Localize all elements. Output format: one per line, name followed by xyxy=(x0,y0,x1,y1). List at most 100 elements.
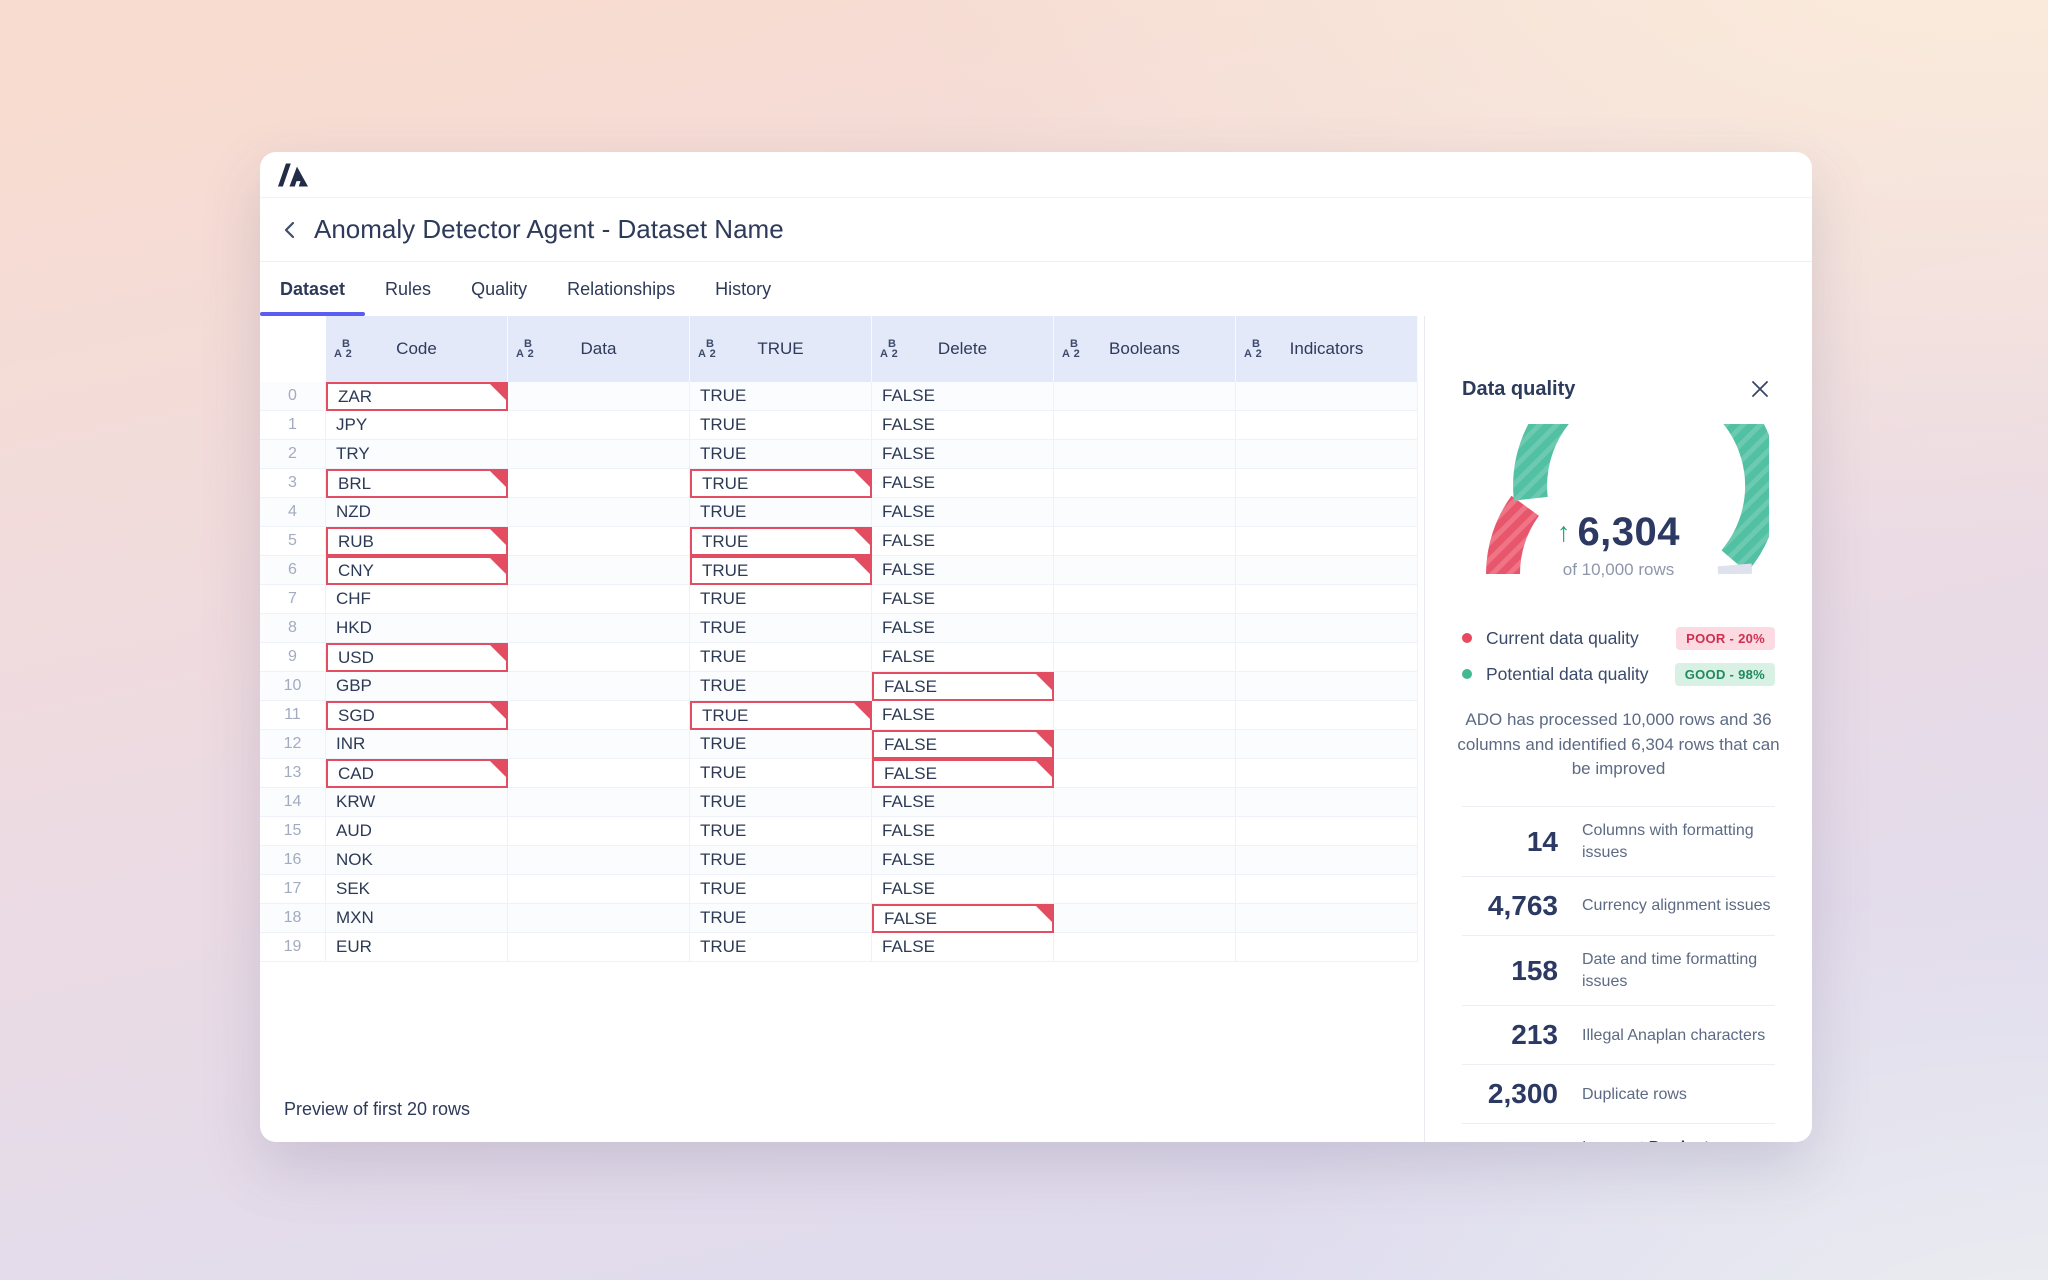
stat-row: 158Date and time formatting issues xyxy=(1462,935,1775,1005)
gauge-value: 6,304 xyxy=(1577,510,1680,555)
cell-indicators xyxy=(1236,817,1418,846)
tab-dataset[interactable]: Dataset xyxy=(260,262,365,316)
row-number: 18 xyxy=(260,904,326,933)
cell-delete: FALSE xyxy=(872,817,1054,846)
cell-indicators xyxy=(1236,875,1418,904)
content-body: BA 2CodeBA 2DataBA 2TRUEBA 2DeleteBA 2Bo… xyxy=(260,316,1812,1142)
cell-true: TRUE xyxy=(690,440,872,469)
cell-delete: FALSE xyxy=(872,701,1054,730)
row-number: 19 xyxy=(260,933,326,962)
cell-true: TRUE xyxy=(690,701,872,730)
cell-data xyxy=(508,440,690,469)
cell-indicators xyxy=(1236,498,1418,527)
cell-true: TRUE xyxy=(690,556,872,585)
stat-value: 4,763 xyxy=(1462,890,1558,922)
table-row: 4NZDTRUEFALSE xyxy=(260,498,1424,527)
cell-delete: FALSE xyxy=(872,527,1054,556)
table-row: 3BRLTRUEFALSE xyxy=(260,469,1424,498)
stat-row: 14Columns with formatting issues xyxy=(1462,806,1775,876)
tabs: DatasetRulesQualityRelationshipsHistory xyxy=(260,262,1812,316)
quality-gauge: ↑ 6,304 of 10,000 rows xyxy=(1469,424,1769,592)
cell-delete: FALSE xyxy=(872,614,1054,643)
row-number: 14 xyxy=(260,788,326,817)
summary-text: ADO has processed 10,000 rows and 36 col… xyxy=(1448,708,1789,782)
cell-data xyxy=(508,556,690,585)
cell-data xyxy=(508,846,690,875)
stat-row: 213Illegal Anaplan characters xyxy=(1462,1005,1775,1064)
column-label: Indicators xyxy=(1290,339,1364,359)
stat-label: Currency alignment issues xyxy=(1582,895,1775,917)
cell-data xyxy=(508,527,690,556)
cell-code: CHF xyxy=(326,585,508,614)
cell-booleans xyxy=(1054,382,1236,411)
row-number: 7 xyxy=(260,585,326,614)
cell-booleans xyxy=(1054,817,1236,846)
anaplan-logo-icon xyxy=(278,163,308,187)
up-arrow-icon: ↑ xyxy=(1557,517,1571,548)
cell-code: CAD xyxy=(326,759,508,788)
cell-true: TRUE xyxy=(690,643,872,672)
column-label: TRUE xyxy=(757,339,803,359)
table-row: 5RUBTRUEFALSE xyxy=(260,527,1424,556)
table-row: 10GBPTRUEFALSE xyxy=(260,672,1424,701)
cell-data xyxy=(508,585,690,614)
cell-indicators xyxy=(1236,759,1418,788)
cell-code: SGD xyxy=(326,701,508,730)
cell-data xyxy=(508,382,690,411)
dataset-table: BA 2CodeBA 2DataBA 2TRUEBA 2DeleteBA 2Bo… xyxy=(260,316,1424,1142)
cell-data xyxy=(508,759,690,788)
cell-code: NOK xyxy=(326,846,508,875)
data-type-icon: BA 2 xyxy=(698,339,716,359)
back-button[interactable] xyxy=(272,212,308,248)
cell-booleans xyxy=(1054,933,1236,962)
tab-quality[interactable]: Quality xyxy=(451,262,547,316)
status-badge: GOOD - 98% xyxy=(1675,663,1775,686)
data-type-icon: BA 2 xyxy=(880,339,898,359)
data-type-icon: BA 2 xyxy=(334,339,352,359)
cell-delete: FALSE xyxy=(872,788,1054,817)
cell-indicators xyxy=(1236,527,1418,556)
tab-relationships[interactable]: Relationships xyxy=(547,262,695,316)
row-number: 3 xyxy=(260,469,326,498)
cell-true: TRUE xyxy=(690,788,872,817)
tab-rules[interactable]: Rules xyxy=(365,262,451,316)
table-row: 13CADTRUEFALSE xyxy=(260,759,1424,788)
cell-booleans xyxy=(1054,672,1236,701)
table-body: 0ZARTRUEFALSE1JPYTRUEFALSE2TRYTRUEFALSE3… xyxy=(260,382,1424,962)
cell-data xyxy=(508,498,690,527)
table-row: 0ZARTRUEFALSE xyxy=(260,382,1424,411)
cell-indicators xyxy=(1236,643,1418,672)
cell-delete: FALSE xyxy=(872,875,1054,904)
row-number: 0 xyxy=(260,382,326,411)
cell-indicators xyxy=(1236,730,1418,759)
cell-indicators xyxy=(1236,846,1418,875)
cell-code: EUR xyxy=(326,933,508,962)
cell-code: NZD xyxy=(326,498,508,527)
table-row: 19EURTRUEFALSE xyxy=(260,933,1424,962)
cell-true: TRUE xyxy=(690,817,872,846)
cell-data xyxy=(508,469,690,498)
row-number: 9 xyxy=(260,643,326,672)
row-number: 1 xyxy=(260,411,326,440)
logo-bar xyxy=(260,152,1812,198)
column-header-data: BA 2Data xyxy=(508,316,690,382)
tab-history[interactable]: History xyxy=(695,262,791,316)
cell-delete: FALSE xyxy=(872,440,1054,469)
cell-booleans xyxy=(1054,498,1236,527)
column-header-delete: BA 2Delete xyxy=(872,316,1054,382)
row-number: 8 xyxy=(260,614,326,643)
cell-code: BRL xyxy=(326,469,508,498)
cell-booleans xyxy=(1054,730,1236,759)
cell-indicators xyxy=(1236,701,1418,730)
panel-header: Data quality xyxy=(1462,374,1775,404)
stat-label: Date and time formatting issues xyxy=(1582,949,1775,992)
row-number: 13 xyxy=(260,759,326,788)
cell-delete: FALSE xyxy=(872,498,1054,527)
cell-delete: FALSE xyxy=(872,469,1054,498)
stat-value: 213 xyxy=(1462,1019,1558,1051)
cell-true: TRUE xyxy=(690,498,872,527)
close-button[interactable] xyxy=(1745,374,1775,404)
cell-delete: FALSE xyxy=(872,382,1054,411)
cell-indicators xyxy=(1236,585,1418,614)
cell-code: SEK xyxy=(326,875,508,904)
